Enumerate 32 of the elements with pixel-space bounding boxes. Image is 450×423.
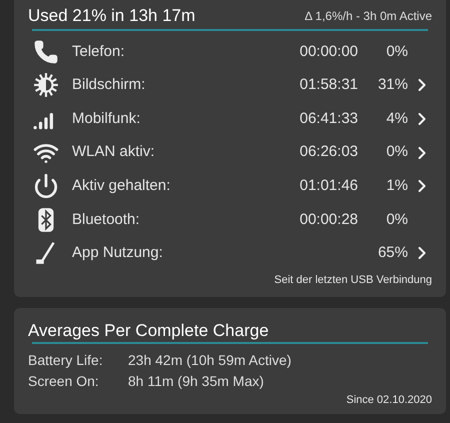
row-percent: 0%: [385, 210, 408, 230]
row-time: 06:26:03: [300, 142, 358, 162]
power-icon: [33, 173, 59, 200]
row-time: 01:01:46: [300, 176, 358, 196]
average-value: 23h 42m (10h 59m Active): [128, 350, 292, 370]
row-time: 00:00:00: [300, 42, 358, 62]
footnote: Since 02.10.2020: [346, 392, 432, 408]
row-label: App Nutzung:: [72, 243, 164, 264]
rate-text: Δ 1,6%/h - 3h 0m Active: [304, 8, 432, 24]
footnote: Seit der letzten USB Verbindung: [274, 273, 432, 288]
average-label: Screen On:: [28, 372, 100, 391]
phone-icon: [33, 38, 59, 65]
brightness-icon: [33, 72, 59, 98]
row-percent: 65%: [376, 243, 408, 264]
row-percent: 4%: [385, 108, 408, 129]
row-percent: 31%: [376, 75, 408, 96]
row-time: 00:00:28: [300, 210, 358, 230]
row-label: Telefon:: [72, 42, 126, 62]
row-label: Bluetooth:: [72, 210, 141, 230]
row-percent: 1%: [385, 176, 408, 196]
row-time: 06:41:33: [300, 108, 358, 129]
row-time: 01:58:31: [300, 75, 358, 96]
row-label: WLAN aktiv:: [72, 142, 156, 162]
row-percent: 0%: [385, 142, 408, 162]
row-label: Mobilfunk:: [72, 108, 142, 129]
averages-title: Averages Per Complete Charge: [28, 320, 270, 342]
average-value: 8h 11m (9h 35m Max): [128, 372, 264, 391]
row-label: Aktiv gehalten:: [72, 176, 172, 196]
row-percent: 0%: [385, 42, 408, 62]
usage-title: Used 21% in 13h 17m: [28, 4, 196, 27]
row-label: Bildschirm:: [72, 75, 146, 96]
average-label: Battery Life:: [28, 350, 104, 370]
